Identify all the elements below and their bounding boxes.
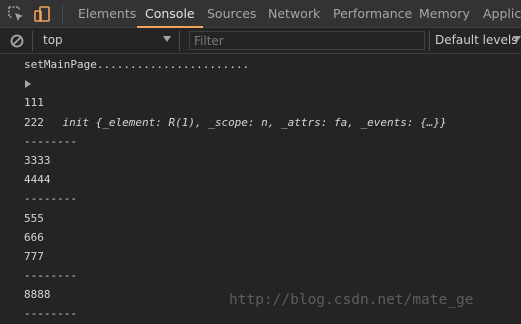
tab-sources[interactable]: Sources: [207, 0, 256, 27]
expand-triangle-icon[interactable]: [25, 80, 31, 89]
console-message: 555: [24, 211, 44, 225]
clear-console-icon[interactable]: [6, 30, 28, 52]
inspect-element-icon[interactable]: [5, 3, 27, 25]
filter-divider: [429, 31, 430, 51]
console-message: 4444: [24, 173, 51, 187]
context-selector[interactable]: top: [43, 33, 63, 47]
console-message: --------: [24, 134, 77, 148]
console-message: --------: [24, 192, 77, 206]
watermark: http://blog.csdn.net/mate_ge: [229, 292, 474, 308]
tab-memory[interactable]: Memory: [419, 0, 470, 27]
console-message: 3333: [24, 153, 51, 167]
console-message: --------: [24, 269, 77, 283]
console-message: setMainPage.......................: [24, 58, 250, 71]
console-message: 666: [24, 230, 44, 244]
device-toolbar-icon[interactable]: [31, 3, 53, 25]
tab-performance[interactable]: Performance: [333, 0, 412, 27]
toolbar-divider: [62, 4, 63, 24]
chevron-down-icon: [513, 36, 521, 42]
tab-elements[interactable]: Elements: [78, 0, 136, 27]
console-message: 111: [24, 96, 44, 110]
filter-input[interactable]: [189, 31, 425, 50]
chevron-down-icon: [163, 36, 171, 42]
filter-divider: [32, 31, 33, 51]
console-object-message[interactable]: init {_element: R(1), _scope: n, _attrs:…: [0, 74, 521, 129]
tab-console[interactable]: Console: [137, 0, 203, 28]
console-message: 777: [24, 249, 44, 263]
console-filter-bar: top Default levels: [0, 28, 521, 54]
tab-network[interactable]: Network: [268, 0, 320, 27]
log-levels-dropdown[interactable]: Default levels: [435, 33, 517, 47]
filter-divider: [179, 31, 180, 51]
console-output: setMainPage....................... init …: [0, 55, 521, 324]
console-message: 222: [24, 115, 44, 129]
devtools-tab-bar: Elements Console Sources Network Perform…: [0, 0, 521, 28]
tab-application[interactable]: Applica: [483, 0, 521, 27]
